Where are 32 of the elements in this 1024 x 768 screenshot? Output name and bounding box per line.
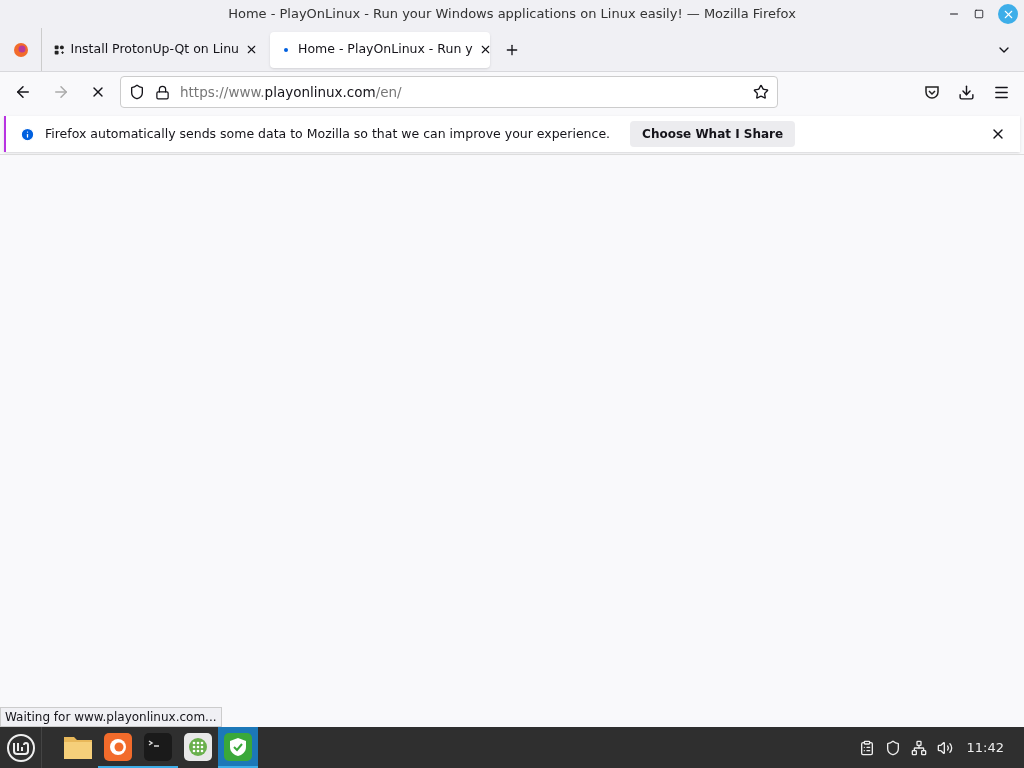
choose-share-button[interactable]: Choose What I Share	[630, 121, 796, 147]
network-icon[interactable]	[910, 739, 927, 756]
url-field[interactable]: https://www.playonlinux.com/en/	[120, 76, 778, 108]
terminal-icon	[144, 732, 172, 761]
mint-logo-icon	[5, 732, 36, 763]
maximize-button[interactable]	[974, 9, 984, 19]
browser-tab[interactable]: Install ProtonUp-Qt on Linu	[50, 31, 262, 68]
pocket-icon	[924, 84, 940, 100]
clipboard-icon[interactable]	[858, 739, 875, 756]
back-button[interactable]	[14, 83, 32, 101]
browser-tab[interactable]: Home - PlayOnLinux - Run y	[270, 31, 490, 68]
browser-icon[interactable]	[12, 41, 29, 58]
status-text: Waiting for www.playonlinux.com...	[0, 707, 222, 727]
shield-icon[interactable]	[884, 739, 901, 756]
shield-icon	[129, 84, 145, 100]
pocket-button[interactable]	[924, 84, 940, 100]
volume-icon[interactable]	[936, 739, 953, 756]
tab-title: Install ProtonUp-Qt on Linu	[70, 40, 239, 59]
info-icon	[20, 126, 35, 142]
lock-icon	[155, 84, 170, 100]
maximize-icon	[974, 9, 984, 19]
tab-title: Home - PlayOnLinux - Run y	[298, 40, 473, 59]
clock[interactable]: 11:42	[966, 737, 1004, 758]
window-title: Home - PlayOnLinux - Run your Windows applications on Linux easily! — Mozilla Firefox	[228, 5, 796, 24]
shield-icon	[224, 732, 252, 761]
bookmark-star-icon[interactable]	[753, 84, 769, 100]
browser-icon	[104, 732, 132, 761]
url-text: https://www.playonlinux.com/en/	[180, 82, 402, 102]
notification-message: Firefox automatically sends some data to Mozilla so that we can improve your experience.	[45, 124, 611, 143]
close-tab-button[interactable]	[245, 43, 258, 56]
downloads-button[interactable]	[958, 83, 975, 101]
grid-icon	[184, 732, 212, 761]
